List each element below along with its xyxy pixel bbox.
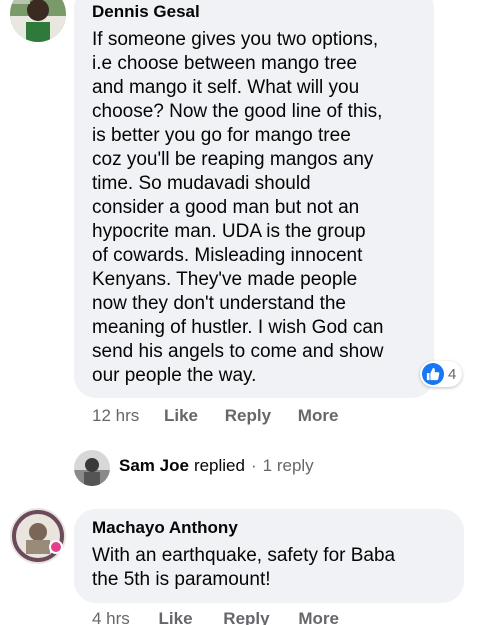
comment-line: now they don't understand the — [92, 293, 346, 314]
comment-line: and mango it self. What will you — [92, 77, 360, 98]
comment-line: i.e choose between mango tree — [92, 53, 358, 74]
like-button[interactable]: Like — [159, 609, 193, 625]
comment-line: is better you go for mango tree — [92, 125, 351, 146]
comment-line: Kenyans. They've made people — [92, 269, 358, 290]
comment-line: hypocrite man. UDA is the group — [92, 221, 366, 242]
avatar-machayo-anthony[interactable] — [10, 508, 66, 564]
comment-timestamp[interactable]: 12 hrs — [92, 406, 139, 426]
comment-line: our people the way. — [92, 365, 257, 386]
reply-count: 1 reply — [262, 456, 314, 475]
comment-author[interactable]: Dennis Gesal — [92, 1, 200, 23]
profile-photo — [10, 0, 66, 42]
comment-bubble-dennis[interactable]: Dennis Gesal If someone gives you two op… — [74, 0, 434, 398]
status-badge — [49, 540, 63, 554]
avatar-sam-joe[interactable] — [74, 450, 110, 486]
profile-photo — [10, 508, 66, 564]
separator-dot: · — [250, 456, 257, 475]
comment-actions: 4 hrs Like Reply More — [92, 609, 339, 625]
comment-line: If someone gives you two options, — [92, 29, 379, 50]
like-icon — [422, 363, 444, 385]
more-button[interactable]: More — [298, 406, 339, 426]
reply-author: Sam Joe — [119, 456, 189, 475]
comment-line: consider a good man but not an — [92, 197, 360, 218]
comment-line: time. So mudavadi should — [92, 173, 311, 194]
reply-button[interactable]: Reply — [223, 609, 269, 625]
reply-verb: replied — [193, 456, 245, 475]
comment-line: meaning of hustler. I wish God can — [92, 317, 384, 338]
comment-line: With an earthquake, safety for Baba — [92, 545, 396, 566]
reaction-summary[interactable]: 4 — [420, 361, 463, 387]
comment-line: of cowards. Misleading innocent — [92, 245, 363, 266]
more-button[interactable]: More — [298, 609, 339, 625]
comment-line: send his angels to come and show — [92, 341, 384, 362]
comment-text: If someone gives you two options, i.e ch… — [92, 28, 427, 388]
avatar-dennis-gesal[interactable] — [10, 0, 66, 42]
comment-actions: 12 hrs Like Reply More — [92, 406, 338, 426]
profile-photo — [74, 450, 110, 486]
comment-bubble-machayo[interactable]: Machayo Anthony With an earthquake, safe… — [74, 509, 464, 603]
comment-line: choose? Now the good line of this, — [92, 101, 383, 122]
comment-line: the 5th is paramount! — [92, 569, 271, 590]
comment-timestamp[interactable]: 4 hrs — [92, 609, 130, 625]
comment-text: With an earthquake, safety for Baba the … — [92, 544, 457, 592]
reply-button[interactable]: Reply — [225, 406, 271, 426]
comment-author[interactable]: Machayo Anthony — [92, 517, 238, 539]
view-replies-link[interactable]: Sam Joe replied · 1 reply — [119, 456, 314, 476]
comment-line: coz you'll be reaping mangos any — [92, 149, 374, 170]
reaction-count: 4 — [448, 365, 457, 383]
like-button[interactable]: Like — [164, 406, 198, 426]
